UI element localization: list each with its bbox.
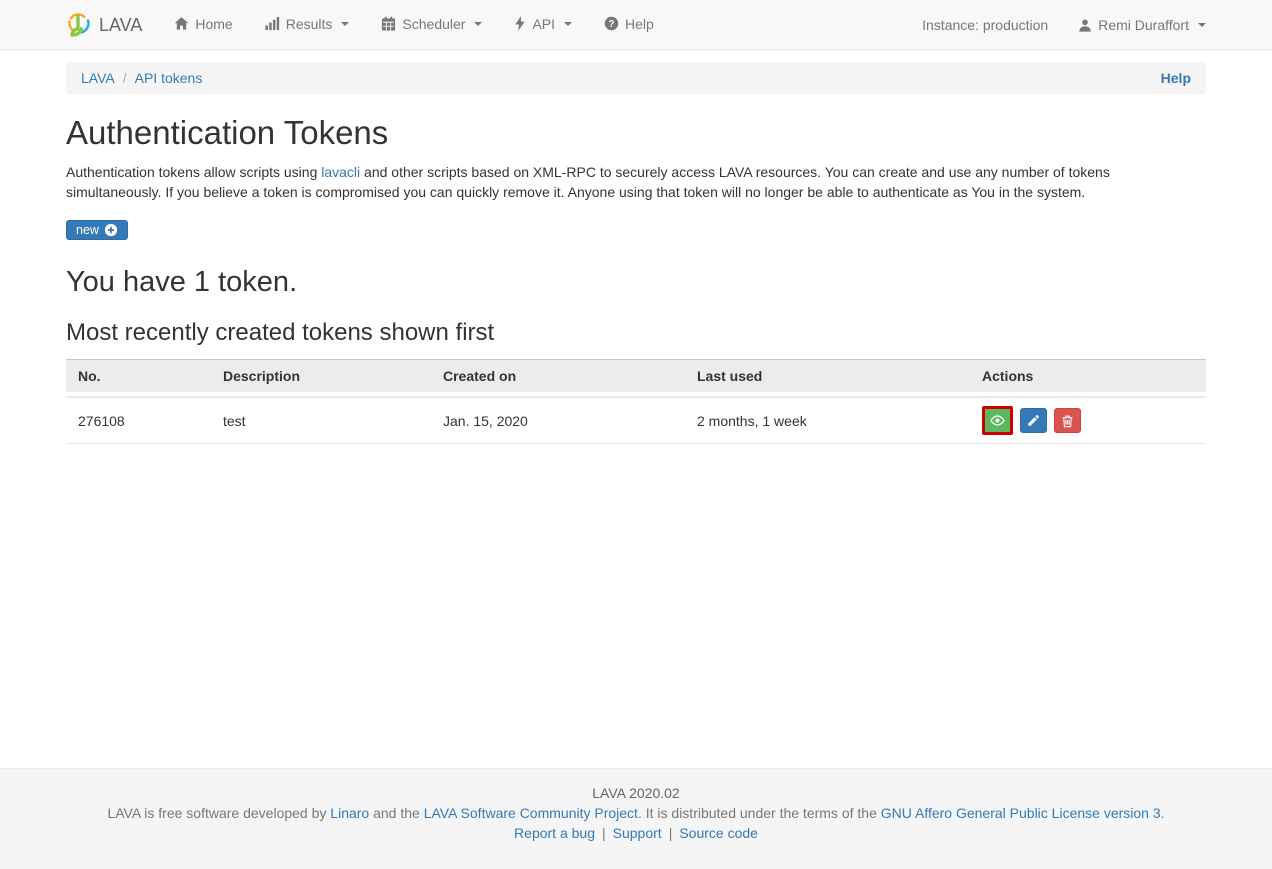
- trash-icon: [1061, 414, 1074, 428]
- page-footer: LAVA 2020.02 LAVA is free software devel…: [0, 768, 1272, 869]
- column-header-no: No.: [66, 359, 211, 396]
- svg-text:?: ?: [609, 19, 615, 30]
- token-created-cell: Jan. 15, 2020: [431, 396, 685, 444]
- token-description-cell: test: [211, 396, 431, 444]
- pencil-icon: [1027, 414, 1040, 427]
- page-title: Authentication Tokens: [66, 114, 389, 151]
- question-circle-icon: ?: [604, 16, 619, 31]
- new-token-button[interactable]: new: [66, 220, 128, 240]
- source-code-link[interactable]: Source code: [679, 825, 758, 841]
- footer-version: LAVA 2020.02: [592, 785, 680, 801]
- main-nav: Home Results Scheduler API ? Help: [142, 15, 654, 35]
- column-header-actions: Actions: [970, 359, 1206, 396]
- column-header-description: Description: [211, 359, 431, 396]
- report-bug-link[interactable]: Report a bug: [514, 825, 595, 841]
- footer-text: . It is distributed under the terms of t…: [637, 805, 881, 821]
- chevron-down-icon: [341, 21, 350, 26]
- lava-logo-icon: [66, 11, 92, 39]
- nav-item-help[interactable]: ? Help: [604, 16, 654, 32]
- lavacli-link[interactable]: lavacli: [321, 164, 360, 180]
- eye-icon: [990, 413, 1005, 428]
- bolt-icon: [514, 16, 526, 32]
- brand-link[interactable]: LAVA: [66, 11, 142, 39]
- footer-text: .: [1160, 805, 1165, 821]
- tokens-table-header: No. Description Created on Last used Act…: [66, 359, 1206, 396]
- footer-separator: |: [668, 825, 673, 841]
- breadcrumb-link-lava[interactable]: LAVA: [81, 70, 115, 86]
- view-token-button[interactable]: [982, 406, 1013, 435]
- footer-separator: |: [602, 825, 606, 841]
- column-header-created-on: Created on: [431, 359, 685, 396]
- nav-item-label: API: [532, 15, 556, 32]
- linaro-link[interactable]: Linaro: [330, 805, 369, 821]
- delete-token-button[interactable]: [1053, 408, 1081, 433]
- nav-item-scheduler[interactable]: Scheduler: [381, 15, 483, 32]
- nav-item-label: Home: [195, 15, 233, 32]
- plus-circle-icon: [104, 223, 118, 237]
- intro-text-before: Authentication tokens allow scripts usin…: [66, 164, 322, 180]
- breadcrumb-separator: /: [122, 70, 127, 86]
- instance-label: Instance: production: [922, 17, 1049, 33]
- chevron-down-icon: [564, 21, 573, 26]
- user-menu[interactable]: Remi Duraffort: [1078, 17, 1206, 33]
- tokens-table: No. Description Created on Last used Act…: [66, 359, 1206, 444]
- lava-community-link[interactable]: LAVA Software Community Project: [424, 805, 638, 821]
- edit-token-button[interactable]: [1019, 408, 1047, 433]
- footer-links-line: Report a bug | Support | Source code: [66, 823, 1206, 843]
- nav-item-label: Help: [625, 15, 654, 32]
- token-no-cell: 276108: [66, 396, 211, 444]
- token-count-heading: You have 1 token.: [66, 266, 298, 298]
- brand-label: LAVA: [99, 14, 143, 35]
- nav-item-label: Scheduler: [402, 15, 466, 32]
- user-name-label: Remi Duraffort: [1098, 17, 1189, 33]
- footer-text: and the: [369, 805, 424, 821]
- breadcrumb-link-api-tokens[interactable]: API tokens: [135, 70, 203, 86]
- support-link[interactable]: Support: [613, 825, 662, 841]
- main-content: LAVA / API tokens Help Authentication To…: [0, 50, 1272, 768]
- help-link[interactable]: Help: [1161, 70, 1191, 86]
- user-icon: [1078, 18, 1092, 33]
- bar-chart-icon: [265, 16, 280, 31]
- footer-text: LAVA is free software developed by: [107, 805, 331, 821]
- token-actions-cell: [970, 396, 1206, 444]
- chevron-down-icon: [1198, 23, 1206, 27]
- gnu-license-link[interactable]: GNU Affero General Public License versio…: [881, 805, 1161, 821]
- new-token-button-label: new: [76, 223, 99, 237]
- nav-item-results[interactable]: Results: [265, 16, 350, 32]
- nav-item-label: Results: [285, 15, 333, 32]
- table-row: 276108 test Jan. 15, 2020 2 months, 1 we…: [66, 396, 1206, 444]
- nav-item-api[interactable]: API: [514, 15, 573, 32]
- intro-paragraph: Authentication tokens allow scripts usin…: [66, 162, 1206, 202]
- home-icon: [174, 16, 189, 31]
- tokens-subheading: Most recently created tokens shown first: [66, 319, 495, 346]
- column-header-last-used: Last used: [685, 359, 970, 396]
- chevron-down-icon: [474, 21, 483, 26]
- nav-item-home[interactable]: Home: [174, 15, 233, 32]
- breadcrumb: LAVA / API tokens Help: [66, 62, 1206, 94]
- footer-license-line: LAVA is free software developed by Linar…: [66, 803, 1206, 823]
- calendar-icon: [381, 16, 396, 31]
- token-last-used-cell: 2 months, 1 week: [685, 396, 970, 444]
- navbar: LAVA Home Results Scheduler API ? Help I…: [0, 0, 1272, 50]
